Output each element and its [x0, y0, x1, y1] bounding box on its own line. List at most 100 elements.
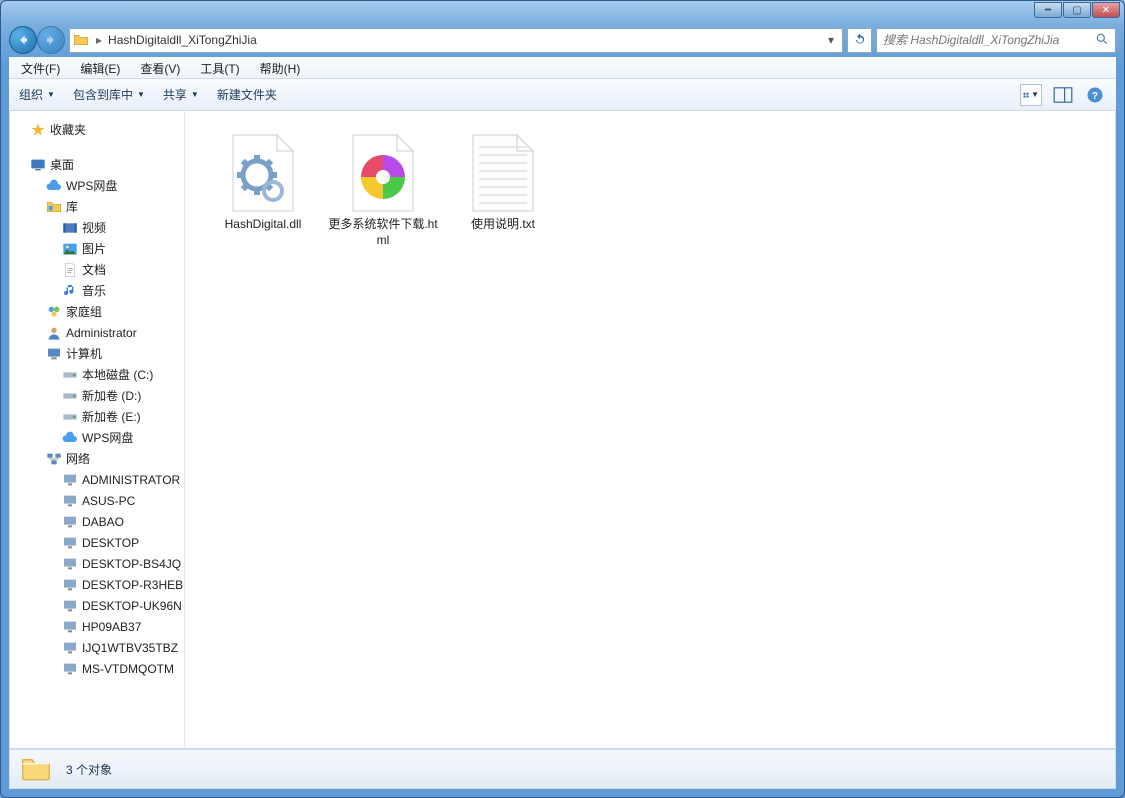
tool-organize[interactable]: 组织 ▼	[19, 86, 55, 103]
sidebar-documents[interactable]: 文档	[10, 259, 184, 280]
sidebar-network-pc[interactable]: DESKTOP-R3HEB	[10, 574, 184, 595]
sidebar-network-pc[interactable]: HP09AB37	[10, 616, 184, 637]
user-icon	[46, 325, 62, 341]
menu-bar: 文件(F) 编辑(E) 查看(V) 工具(T) 帮助(H)	[9, 57, 1116, 79]
sidebar-drive-e[interactable]: 新加卷 (E:)	[10, 406, 184, 427]
sidebar-network-pc[interactable]: IJQ1WTBV35TBZ	[10, 637, 184, 658]
sidebar-network-pc[interactable]: ASUS-PC	[10, 490, 184, 511]
file-item-html[interactable]: 更多系统软件下载.html	[323, 125, 443, 254]
sidebar-drive-c[interactable]: 本地磁盘 (C:)	[10, 364, 184, 385]
file-label: HashDigital.dll	[225, 217, 302, 233]
drive-icon	[62, 388, 78, 404]
sidebar-network-pc[interactable]: ADMINISTRATOR	[10, 469, 184, 490]
network-icon	[46, 451, 62, 467]
toolbar: 组织 ▼ 包含到库中 ▼ 共享 ▼ 新建文件夹 ▼ ?	[9, 79, 1116, 111]
chevron-down-icon: ▼	[191, 90, 199, 99]
address-bar: ▸ HashDigitaldll_XiTongZhiJia ▾	[9, 23, 1116, 57]
video-icon	[62, 220, 78, 236]
folder-icon	[72, 31, 90, 49]
cloud-icon	[46, 178, 62, 194]
drive-icon	[62, 409, 78, 425]
search-box[interactable]	[876, 28, 1116, 53]
status-bar: 3 个对象	[9, 749, 1116, 789]
chevron-down-icon: ▼	[47, 90, 55, 99]
menu-view[interactable]: 查看(V)	[136, 58, 184, 79]
file-item-dll[interactable]: HashDigital.dll	[203, 125, 323, 254]
file-item-txt[interactable]: 使用说明.txt	[443, 125, 563, 254]
breadcrumb[interactable]: ▸ HashDigitaldll_XiTongZhiJia ▾	[69, 28, 843, 53]
tool-new-folder[interactable]: 新建文件夹	[217, 86, 277, 103]
pc-icon	[62, 661, 78, 677]
music-icon	[62, 283, 78, 299]
help-button[interactable]: ?	[1084, 84, 1106, 106]
refresh-button[interactable]	[847, 28, 872, 53]
pc-icon	[62, 514, 78, 530]
sidebar-pictures[interactable]: 图片	[10, 238, 184, 259]
close-button[interactable]: ✕	[1092, 2, 1120, 18]
txt-icon	[461, 131, 545, 215]
sidebar-desktop[interactable]: 桌面	[10, 154, 184, 175]
search-input[interactable]	[883, 33, 1095, 47]
sidebar-computer[interactable]: 计算机	[10, 343, 184, 364]
desktop-icon	[30, 157, 46, 173]
svg-text:?: ?	[1092, 89, 1098, 101]
file-label: 使用说明.txt	[471, 217, 535, 233]
menu-tools[interactable]: 工具(T)	[196, 58, 243, 79]
view-options-button[interactable]: ▼	[1020, 84, 1042, 106]
breadcrumb-dropdown[interactable]: ▾	[822, 33, 840, 47]
sidebar-administrator[interactable]: Administrator	[10, 322, 184, 343]
file-pane[interactable]: HashDigital.dll	[185, 111, 1115, 748]
sidebar-wps-cloud[interactable]: WPS网盘	[10, 175, 184, 196]
minimize-button[interactable]: ━	[1034, 2, 1062, 18]
sidebar-network[interactable]: 网络	[10, 448, 184, 469]
preview-pane-button[interactable]	[1052, 84, 1074, 106]
drive-icon	[62, 367, 78, 383]
html-icon	[341, 131, 425, 215]
sidebar-network-pc[interactable]: DESKTOP-BS4JQ	[10, 553, 184, 574]
sidebar-network-pc[interactable]: DESKTOP-UK96N	[10, 595, 184, 616]
pc-icon	[62, 598, 78, 614]
pc-icon	[62, 577, 78, 593]
pc-icon	[62, 619, 78, 635]
dll-icon	[221, 131, 305, 215]
libraries-icon	[46, 199, 62, 215]
forward-button[interactable]	[37, 26, 65, 54]
tool-share[interactable]: 共享 ▼	[163, 86, 199, 103]
folder-icon	[20, 753, 52, 785]
breadcrumb-separator: ▸	[94, 33, 104, 47]
sidebar-favorites[interactable]: 收藏夹	[10, 119, 184, 140]
search-icon[interactable]	[1095, 32, 1109, 49]
sidebar-videos[interactable]: 视频	[10, 217, 184, 238]
sidebar-network-pc[interactable]: DESKTOP	[10, 532, 184, 553]
navigation-pane[interactable]: 收藏夹 桌面 WPS网盘 库 视频	[10, 111, 185, 748]
status-text: 3 个对象	[66, 761, 112, 778]
maximize-button[interactable]: ▢	[1063, 2, 1091, 18]
homegroup-icon	[46, 304, 62, 320]
sidebar-music[interactable]: 音乐	[10, 280, 184, 301]
title-bar: ━ ▢ ✕	[1, 1, 1124, 23]
chevron-down-icon: ▼	[137, 90, 145, 99]
pc-icon	[62, 640, 78, 656]
pc-icon	[62, 556, 78, 572]
tool-include-in-library[interactable]: 包含到库中 ▼	[73, 86, 145, 103]
sidebar-network-pc[interactable]: MS-VTDMQOTM	[10, 658, 184, 679]
sidebar-wps-cloud-2[interactable]: WPS网盘	[10, 427, 184, 448]
sidebar-homegroup[interactable]: 家庭组	[10, 301, 184, 322]
star-icon	[30, 122, 46, 138]
pc-icon	[62, 535, 78, 551]
pc-icon	[62, 472, 78, 488]
computer-icon	[46, 346, 62, 362]
file-label: 更多系统软件下载.html	[327, 217, 439, 248]
pictures-icon	[62, 241, 78, 257]
sidebar-drive-d[interactable]: 新加卷 (D:)	[10, 385, 184, 406]
breadcrumb-current[interactable]: HashDigitaldll_XiTongZhiJia	[108, 33, 257, 47]
menu-help[interactable]: 帮助(H)	[256, 58, 305, 79]
documents-icon	[62, 262, 78, 278]
sidebar-network-pc[interactable]: DABAO	[10, 511, 184, 532]
back-button[interactable]	[9, 26, 37, 54]
cloud-icon	[62, 430, 78, 446]
pc-icon	[62, 493, 78, 509]
menu-edit[interactable]: 编辑(E)	[76, 58, 124, 79]
menu-file[interactable]: 文件(F)	[17, 58, 64, 79]
sidebar-libraries[interactable]: 库	[10, 196, 184, 217]
